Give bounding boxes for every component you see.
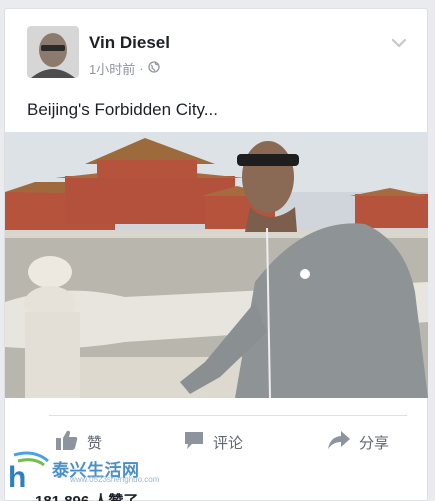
like-label: 赞	[87, 434, 103, 452]
share-label: 分享	[359, 434, 390, 452]
post-meta: 1小时前 ·	[89, 59, 160, 78]
svg-text:h: h	[8, 461, 26, 491]
post-time[interactable]: 1小时前	[89, 59, 135, 78]
meta-separator: ·	[139, 61, 144, 76]
post-text: Beijing's Forbidden City...	[27, 100, 218, 119]
watermark-logo-icon: h	[4, 451, 52, 496]
share-button[interactable]: 分享	[327, 427, 389, 457]
globe-icon	[147, 61, 160, 76]
post-card: Vin Diesel 1小时前 · Beijing's Forbidden Ci…	[4, 8, 428, 501]
share-icon	[327, 430, 351, 454]
post-photo[interactable]	[5, 132, 428, 398]
watermark-url: www.0523shenghuo.com	[70, 475, 160, 484]
author-name[interactable]: Vin Diesel	[89, 33, 170, 53]
chevron-down-icon[interactable]	[391, 35, 407, 53]
comment-label: 评论	[213, 434, 244, 452]
actions-divider	[49, 415, 407, 416]
avatar[interactable]	[27, 26, 79, 78]
